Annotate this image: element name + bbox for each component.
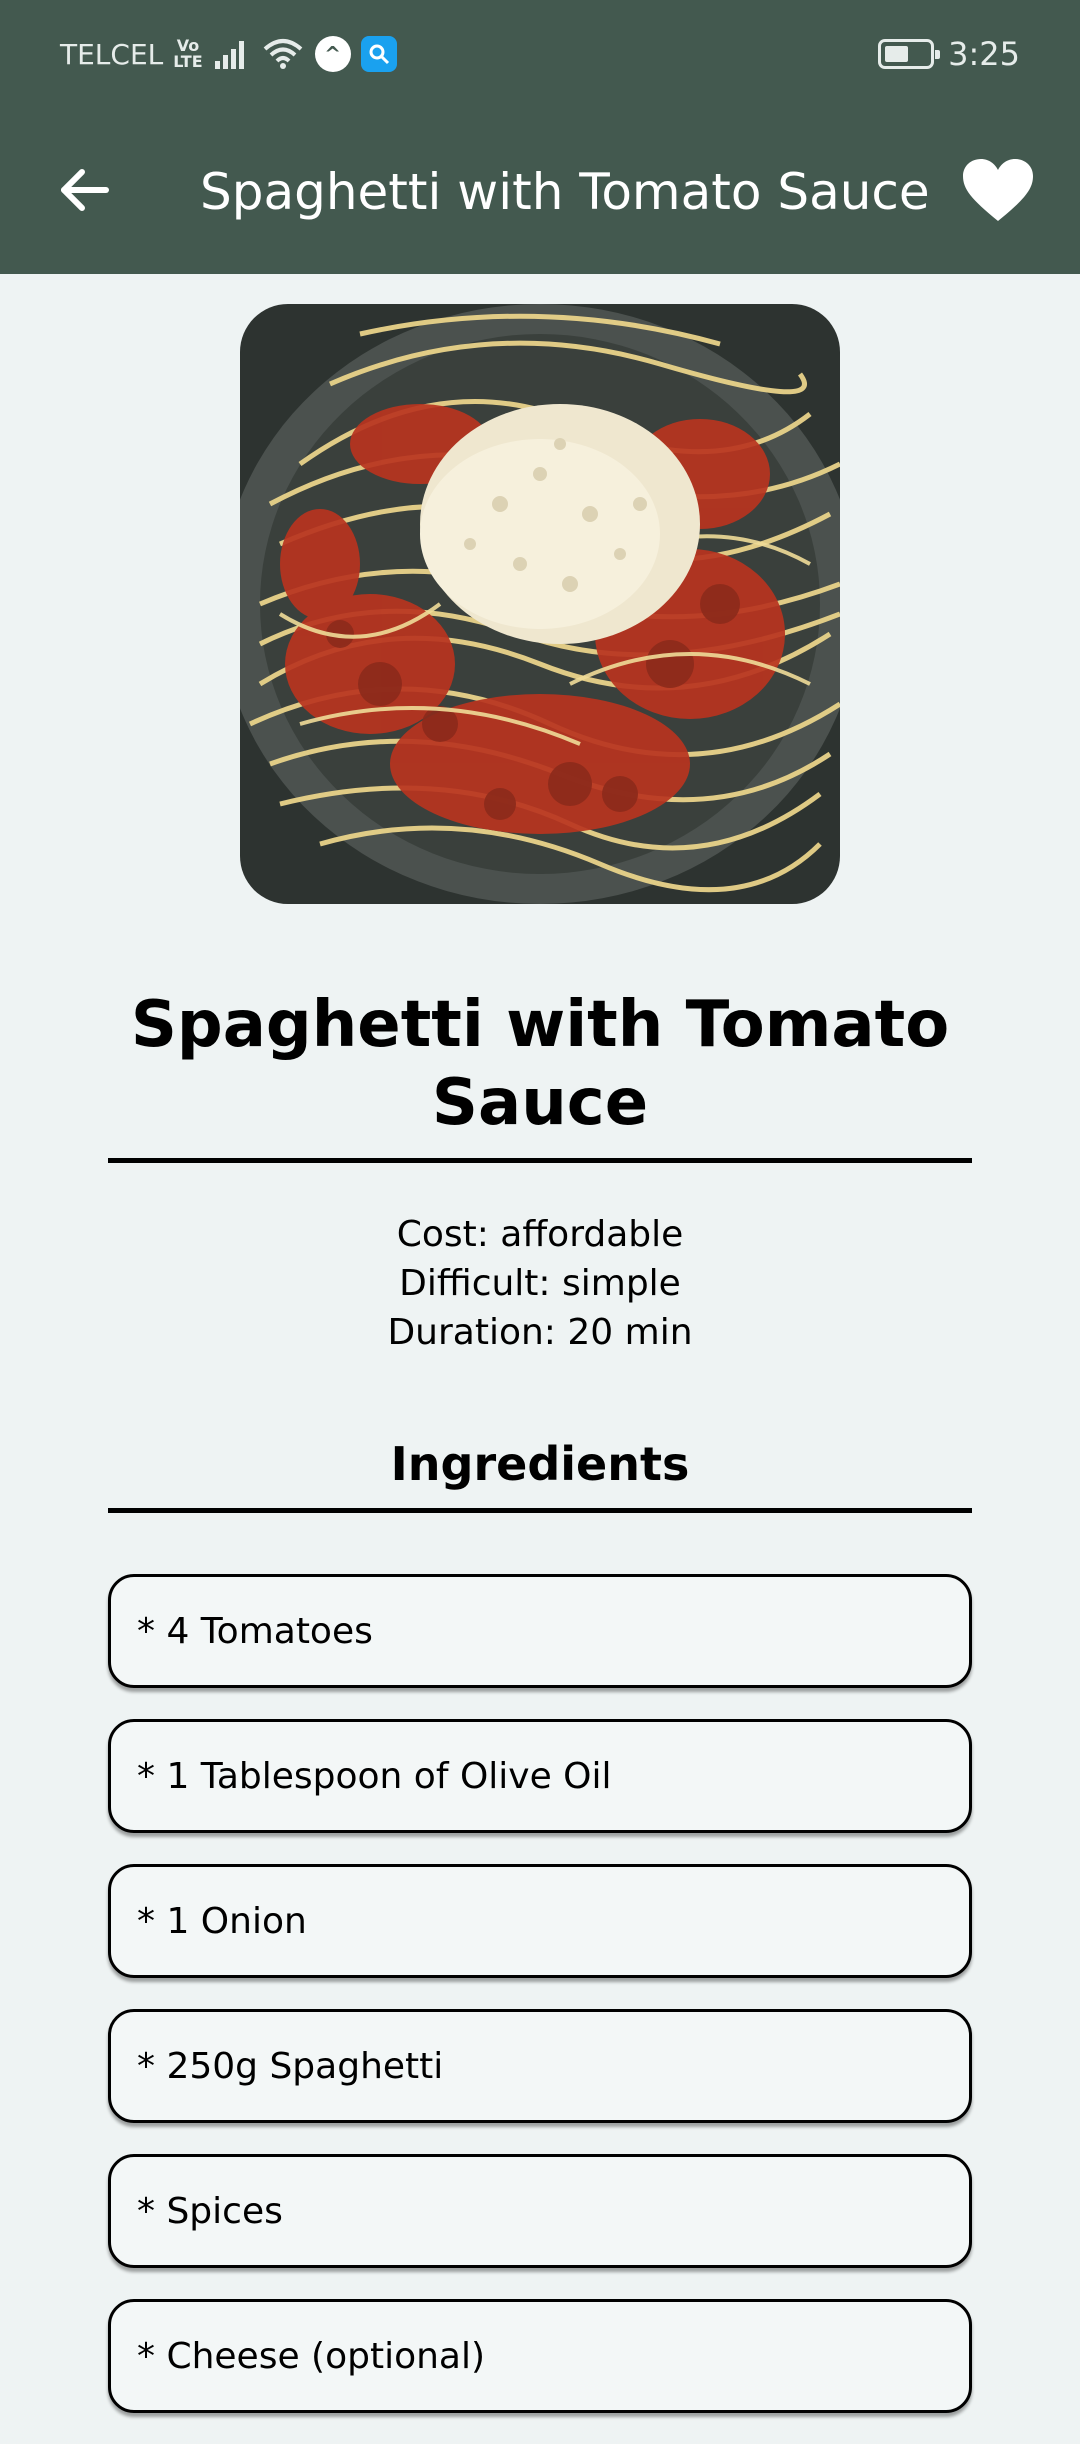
ingredient-label: * Spices xyxy=(137,2190,283,2232)
recipe-photo xyxy=(240,304,840,904)
carrier-label: TELCEL xyxy=(60,37,164,71)
title-divider xyxy=(108,1158,972,1163)
ingredient-item: * Cheese (optional) xyxy=(108,2299,972,2413)
ingredient-item: * 250g Spaghetti xyxy=(108,2009,972,2123)
ingredients-list: * 4 Tomatoes * 1 Tablespoon of Olive Oil… xyxy=(108,1574,972,2444)
ingredients-heading: Ingredients xyxy=(390,1437,690,1491)
status-bar: TELCEL Vo LTE ^ 3:25 xyxy=(0,0,1080,110)
app-bar-title: Spaghetti with Tomato Sauce xyxy=(200,163,930,221)
ingredient-label: * Cheese (optional) xyxy=(137,2335,486,2377)
lte-label: LTE xyxy=(173,52,203,71)
badge-letter: ^ xyxy=(324,42,342,66)
clock: 3:25 xyxy=(948,35,1020,73)
recipe-cost: Cost: affordable xyxy=(396,1214,684,1255)
ingredient-label: * 1 Tablespoon of Olive Oil xyxy=(137,1755,612,1797)
recipe-duration: Duration: 20 min xyxy=(387,1312,693,1353)
app-bar: TELCEL Vo LTE ^ 3:25 Spaghetti with Toma… xyxy=(0,0,1080,274)
back-button[interactable] xyxy=(48,158,120,222)
status-right: 3:25 xyxy=(878,34,1020,74)
ingredient-label: * 250g Spaghetti xyxy=(137,2045,444,2087)
heart-icon xyxy=(963,159,1033,221)
ingredient-item: * 4 Tomatoes xyxy=(108,1574,972,1688)
ingredient-label: * 4 Tomatoes xyxy=(137,1610,373,1652)
search-app-icon xyxy=(360,36,397,72)
status-left: TELCEL Vo LTE ^ xyxy=(60,34,397,74)
wifi-icon xyxy=(263,39,302,69)
favorite-button[interactable] xyxy=(960,154,1036,226)
ingredient-item: * 1 Onion xyxy=(108,1864,972,1978)
app-notification-icon: ^ xyxy=(314,36,351,72)
toolbar: Spaghetti with Tomato Sauce xyxy=(0,140,1080,240)
recipe-title: Spaghetti with Tomato Sauce xyxy=(130,988,950,1140)
volte-icon: Vo LTE xyxy=(173,38,202,70)
ingredient-label: * 1 Onion xyxy=(137,1900,307,1942)
battery-level xyxy=(885,46,909,62)
battery-icon xyxy=(878,39,941,69)
signal-icon xyxy=(214,41,244,69)
recipe-difficulty: Difficult: simple xyxy=(399,1263,681,1304)
ingredient-item: * Spices xyxy=(108,2154,972,2268)
ingredients-divider xyxy=(108,1508,972,1513)
arrow-left-icon xyxy=(61,169,109,211)
ingredient-item: * 1 Tablespoon of Olive Oil xyxy=(108,1719,972,1833)
recipe-meta: Cost: affordable Difficult: simple Durat… xyxy=(108,1210,972,1357)
